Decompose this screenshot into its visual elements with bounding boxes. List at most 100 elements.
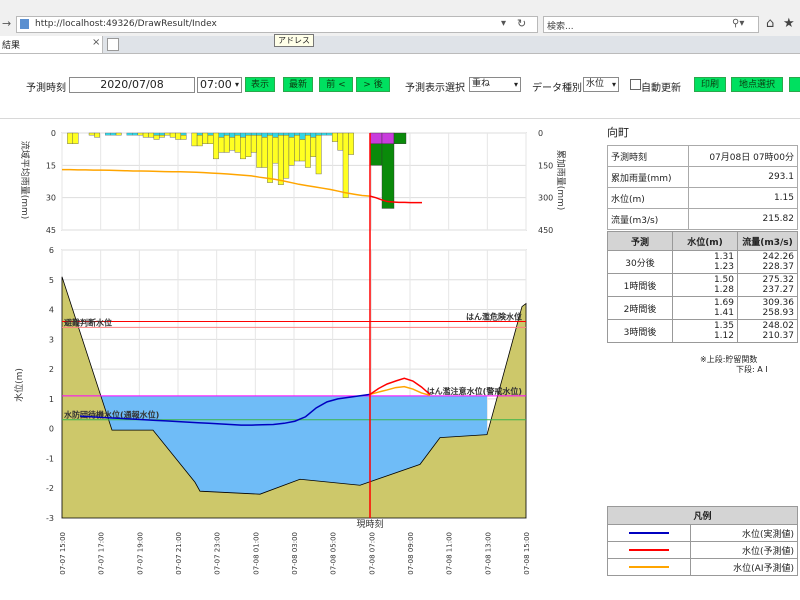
home-icon[interactable]: ⌂ <box>766 16 774 31</box>
prediction-label: 1時間後 <box>607 273 673 297</box>
rain-left-tick-label: 45 <box>46 226 56 235</box>
prediction-flow: 309.36 258.93 <box>737 296 798 320</box>
forward-icon[interactable]: → <box>2 17 11 30</box>
favorites-star-icon[interactable]: ★ <box>783 16 795 31</box>
rain-bar <box>342 132 349 198</box>
rain-bar-cyan <box>110 132 117 136</box>
rain-bar-cyan <box>153 132 160 136</box>
data-type-select[interactable]: 水位 ▾ <box>583 77 619 92</box>
print-button[interactable]: 印刷 <box>694 77 726 92</box>
search-input[interactable]: 検索... ⚲▾ <box>543 16 759 33</box>
rain-bar-cyan <box>132 132 138 136</box>
display-select[interactable]: 重ね ▾ <box>469 77 521 92</box>
water-axis-label: 水位(m) <box>13 368 25 402</box>
forecast-rain-bar <box>393 132 407 144</box>
forecast-rain-bar-magenta <box>369 132 383 144</box>
date-input[interactable]: 2020/07/08 <box>69 77 195 93</box>
rain-left-tick-label: 30 <box>46 194 56 203</box>
tab-title: 結果 <box>2 41 21 51</box>
rain-bar-cyan <box>321 132 327 136</box>
water-level-chart: はん濫危険水位避難判断水位はん濫注意水位(警戒水位)水防団待機水位(通報水位) … <box>13 246 531 575</box>
rain-bar <box>191 132 198 147</box>
site-info-value: 1.15 <box>687 187 799 209</box>
rain-bar <box>175 132 182 140</box>
rain-bar <box>348 132 354 155</box>
rain-right-axis-label: 累加雨量(mm) <box>555 150 566 211</box>
water-tick-label: 4 <box>49 306 54 315</box>
prev-button[interactable]: 前 < <box>319 77 353 92</box>
rain-bar-cyan <box>245 132 252 136</box>
next-button[interactable]: > 後 <box>356 77 390 92</box>
site-info-value: 07月08日 07時00分 <box>687 145 799 167</box>
rain-bar-cyan <box>250 132 257 136</box>
site-info-label: 累加雨量(mm) <box>607 166 689 188</box>
auto-update-checkbox[interactable] <box>630 79 641 90</box>
site-info-row: 流量(m3/s) 215.82 <box>607 208 799 230</box>
close-tab-icon[interactable]: × <box>92 37 100 48</box>
search-icon[interactable]: ⚲▾ <box>732 18 744 29</box>
x-tick-label: 07-08 13:00 <box>484 532 492 575</box>
legend-label: 水位(AI予測値) <box>690 558 798 576</box>
rain-bar <box>229 137 236 151</box>
prediction-row: 1時間後 1.50 1.28 275.32 237.27 <box>607 273 798 297</box>
forecast-rain-bar-magenta <box>381 132 395 144</box>
site-select-button[interactable]: 地点選択 <box>731 77 783 92</box>
site-info-value: 215.82 <box>687 208 799 230</box>
tab-result[interactable]: 結果 × <box>0 36 103 53</box>
forecast-rain-bar <box>381 143 395 209</box>
address-bar: → http://localhost:49326/DrawResult/Inde… <box>0 14 800 37</box>
water-tick-label: -1 <box>46 454 54 463</box>
latest-button[interactable]: 最新 <box>283 77 313 92</box>
threshold-label: 避難判断水位 <box>64 317 112 327</box>
prediction-label: 3時間後 <box>607 319 673 343</box>
extra-button[interactable] <box>789 77 800 92</box>
time-select[interactable]: 07:00 ▾ <box>197 77 242 93</box>
site-info-label: 予測時刻 <box>607 145 689 167</box>
prediction-level: 1.31 1.23 <box>672 250 738 274</box>
url-input[interactable]: http://localhost:49326/DrawResult/Index … <box>16 16 538 33</box>
prediction-header: 予測 <box>607 231 673 251</box>
rain-left-tick-label: 0 <box>51 129 56 138</box>
rain-bar-cyan <box>305 132 311 136</box>
refresh-icon[interactable]: ↻ <box>517 17 526 30</box>
rain-bar-cyan <box>229 132 236 138</box>
water-tick-label: 0 <box>49 425 54 434</box>
rain-bar <box>148 132 155 138</box>
legend-item: 水位(AI予測値) <box>607 558 798 576</box>
rain-bar <box>310 137 317 157</box>
rain-bar <box>337 132 344 151</box>
note-upper: ※上段:貯留関数 <box>700 355 758 364</box>
rain-bar <box>88 132 95 136</box>
new-tab-icon[interactable] <box>107 38 119 51</box>
prediction-row: 30分後 1.31 1.23 242.26 228.37 <box>607 250 798 274</box>
legend-label: 水位(実測値) <box>690 524 798 542</box>
rain-bar-cyan <box>234 132 241 136</box>
water-tick-label: 5 <box>49 276 54 285</box>
prediction-level: 1.69 1.41 <box>672 296 738 320</box>
x-tick-label: 07-07 21:00 <box>175 532 183 575</box>
rain-bar <box>304 134 311 168</box>
display-button[interactable]: 表示 <box>245 77 275 92</box>
rain-bar <box>272 137 279 164</box>
site-info-table: 予測時刻 07月08日 07時00分 累加雨量(mm) 293.1 水位(m) 1.15 流… <box>607 145 799 230</box>
url-text: http://localhost:49326/DrawResult/Index <box>35 19 217 29</box>
rain-bar <box>213 132 219 160</box>
x-tick-label: 07-08 01:00 <box>252 532 260 575</box>
rain-bar <box>234 134 241 153</box>
rain-right-tick-label: 300 <box>538 194 553 203</box>
rain-bar-cyan <box>315 132 322 136</box>
x-tick-label: 07-07 15:00 <box>59 532 67 575</box>
rain-bar-cyan <box>294 132 300 136</box>
legend-swatch <box>607 541 691 559</box>
dropdown-icon[interactable]: ▾ <box>501 18 506 29</box>
site-info-label: 流量(m3/s) <box>607 208 689 230</box>
x-tick-label: 07-07 23:00 <box>214 532 222 575</box>
display-select-label: 予測表示選択 <box>405 83 465 94</box>
rain-bar <box>256 134 263 168</box>
water-tick-label: 1 <box>49 395 54 404</box>
prediction-label: 30分後 <box>607 250 673 274</box>
rain-bar-cyan <box>288 132 295 138</box>
threshold-label: はん濫危険水位 <box>466 311 522 321</box>
data-type-select-value: 水位 <box>586 79 605 89</box>
rain-bar <box>115 132 122 136</box>
